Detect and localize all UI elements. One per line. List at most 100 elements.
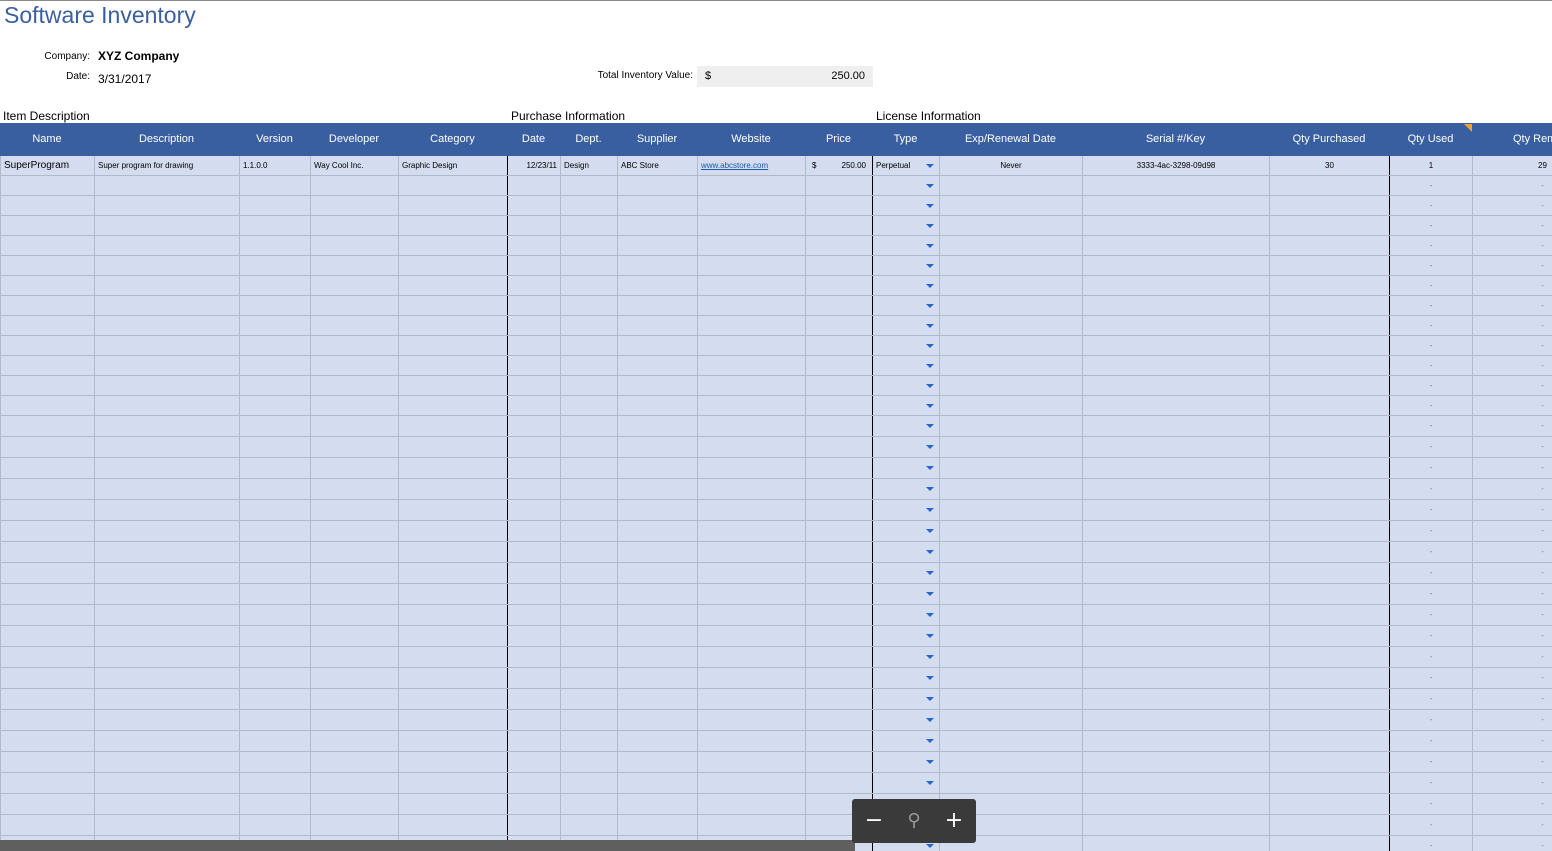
- cell-developer[interactable]: [310, 296, 398, 315]
- triangle-down-icon[interactable]: [926, 304, 934, 308]
- cell-dept[interactable]: [560, 196, 617, 215]
- cell-version[interactable]: [239, 276, 310, 295]
- column-header-qty-used[interactable]: Qty Used: [1389, 133, 1472, 145]
- cell-date[interactable]: [507, 668, 560, 688]
- cell-supplier[interactable]: [617, 336, 697, 355]
- cell-name[interactable]: [0, 296, 94, 315]
- cell-website[interactable]: [697, 815, 805, 835]
- cell-serial-key[interactable]: [1082, 458, 1269, 478]
- cell-price[interactable]: [805, 376, 872, 395]
- cell-dept[interactable]: [560, 256, 617, 275]
- cell-qty-purchased[interactable]: [1269, 296, 1389, 315]
- cell-price[interactable]: [805, 296, 872, 315]
- cell-supplier[interactable]: [617, 647, 697, 667]
- cell-qty-remain[interactable]: -: [1472, 710, 1552, 730]
- cell-qty-used[interactable]: -: [1389, 216, 1472, 235]
- cell-qty-used[interactable]: -: [1389, 376, 1472, 395]
- cell-price[interactable]: [805, 416, 872, 436]
- cell-qty-purchased[interactable]: [1269, 584, 1389, 604]
- cell-name[interactable]: [0, 815, 94, 835]
- cell-website[interactable]: [697, 336, 805, 355]
- triangle-down-icon[interactable]: [926, 264, 934, 268]
- cell-qty-used[interactable]: -: [1389, 479, 1472, 499]
- cell-category[interactable]: [398, 668, 507, 688]
- cell-qty-remain[interactable]: -: [1472, 479, 1552, 499]
- cell-category[interactable]: [398, 689, 507, 709]
- triangle-down-icon[interactable]: [926, 224, 934, 228]
- cell-price[interactable]: [805, 500, 872, 520]
- cell-category[interactable]: [398, 584, 507, 604]
- cell-type[interactable]: [872, 647, 939, 667]
- cell-developer[interactable]: [310, 356, 398, 375]
- cell-type[interactable]: [872, 316, 939, 335]
- cell-name[interactable]: [0, 196, 94, 215]
- cell-category[interactable]: [398, 256, 507, 275]
- cell-exp-renewal-date[interactable]: [939, 605, 1082, 625]
- column-header-price[interactable]: Price: [805, 133, 872, 145]
- cell-developer[interactable]: [310, 216, 398, 235]
- cell-exp-renewal-date[interactable]: [939, 396, 1082, 415]
- cell-dept[interactable]: [560, 563, 617, 583]
- cell-developer[interactable]: [310, 521, 398, 541]
- column-header-website[interactable]: Website: [697, 133, 805, 145]
- cell-dept[interactable]: [560, 458, 617, 478]
- cell-exp-renewal-date[interactable]: [939, 236, 1082, 255]
- cell-supplier[interactable]: [617, 521, 697, 541]
- cell-dept[interactable]: [560, 376, 617, 395]
- cell-supplier[interactable]: [617, 376, 697, 395]
- cell-category[interactable]: [398, 773, 507, 793]
- cell-description[interactable]: [94, 668, 239, 688]
- cell-type[interactable]: [872, 256, 939, 275]
- triangle-down-icon[interactable]: [926, 781, 934, 785]
- cell-exp-renewal-date[interactable]: [939, 276, 1082, 295]
- cell-qty-used[interactable]: -: [1389, 563, 1472, 583]
- cell-serial-key[interactable]: [1082, 316, 1269, 335]
- cell-supplier[interactable]: [617, 316, 697, 335]
- cell-serial-key[interactable]: [1082, 479, 1269, 499]
- cell-version[interactable]: [239, 626, 310, 646]
- cell-website[interactable]: [697, 216, 805, 235]
- cell-qty-used[interactable]: -: [1389, 836, 1472, 851]
- column-header-category[interactable]: Category: [398, 133, 507, 145]
- cell-type[interactable]: [872, 605, 939, 625]
- cell-description[interactable]: Super program for drawing: [94, 156, 239, 175]
- cell-dept[interactable]: [560, 752, 617, 772]
- cell-qty-used[interactable]: -: [1389, 668, 1472, 688]
- cell-exp-renewal-date[interactable]: [939, 216, 1082, 235]
- triangle-down-icon[interactable]: [926, 324, 934, 328]
- cell-version[interactable]: [239, 296, 310, 315]
- cell-name[interactable]: [0, 710, 94, 730]
- cell-supplier[interactable]: [617, 176, 697, 195]
- cell-price[interactable]: [805, 689, 872, 709]
- cell-version[interactable]: [239, 689, 310, 709]
- triangle-down-icon[interactable]: [926, 184, 934, 188]
- cell-date[interactable]: [507, 815, 560, 835]
- cell-description[interactable]: [94, 710, 239, 730]
- cell-supplier[interactable]: [617, 731, 697, 751]
- cell-qty-remain[interactable]: -: [1472, 376, 1552, 395]
- cell-version[interactable]: [239, 356, 310, 375]
- cell-qty-remain[interactable]: -: [1472, 416, 1552, 436]
- cell-serial-key[interactable]: [1082, 296, 1269, 315]
- cell-exp-renewal-date[interactable]: [939, 626, 1082, 646]
- cell-name[interactable]: [0, 216, 94, 235]
- cell-developer[interactable]: [310, 752, 398, 772]
- cell-name[interactable]: [0, 437, 94, 457]
- cell-qty-remain[interactable]: -: [1472, 437, 1552, 457]
- cell-category[interactable]: [398, 794, 507, 814]
- cell-qty-purchased[interactable]: [1269, 773, 1389, 793]
- triangle-down-icon[interactable]: [926, 364, 934, 368]
- cell-developer[interactable]: [310, 196, 398, 215]
- cell-price[interactable]: [805, 256, 872, 275]
- cell-name[interactable]: [0, 605, 94, 625]
- cell-exp-renewal-date[interactable]: [939, 521, 1082, 541]
- cell-qty-remain[interactable]: -: [1472, 668, 1552, 688]
- cell-dept[interactable]: [560, 216, 617, 235]
- cell-description[interactable]: [94, 376, 239, 395]
- cell-name[interactable]: [0, 396, 94, 415]
- cell-website[interactable]: [697, 710, 805, 730]
- cell-date[interactable]: [507, 479, 560, 499]
- cell-date[interactable]: [507, 542, 560, 562]
- cell-dept[interactable]: [560, 236, 617, 255]
- cell-category[interactable]: [398, 626, 507, 646]
